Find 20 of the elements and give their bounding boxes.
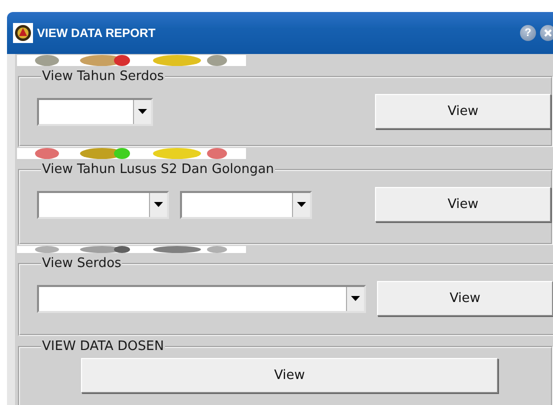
dropdown[interactable] bbox=[37, 284, 366, 312]
group-label: View Tahun Serdos bbox=[41, 69, 165, 84]
emblem-icon bbox=[13, 23, 33, 43]
group-label: View Serdos bbox=[41, 256, 122, 271]
view-button[interactable]: View bbox=[375, 187, 551, 222]
dropdown[interactable] bbox=[37, 98, 153, 126]
close-button[interactable] bbox=[540, 25, 553, 41]
dropdown[interactable] bbox=[180, 190, 312, 218]
dropdown[interactable] bbox=[37, 190, 169, 218]
group-label: VIEW DATA DOSEN bbox=[41, 339, 165, 354]
dropdown-arrow-icon bbox=[154, 202, 163, 207]
view-button[interactable]: View bbox=[375, 94, 551, 129]
group-label: View Tahun Lusus S2 Dan Golongan bbox=[41, 162, 276, 177]
close-icon bbox=[544, 29, 552, 37]
view-button[interactable]: View bbox=[377, 281, 553, 316]
view-button[interactable]: View bbox=[81, 358, 498, 393]
dropdown-arrow-icon bbox=[297, 202, 306, 207]
dropdown-arrow-icon bbox=[138, 109, 147, 114]
dropdown-arrow-icon bbox=[351, 296, 360, 301]
window-title: VIEW DATA REPORT bbox=[37, 26, 156, 40]
